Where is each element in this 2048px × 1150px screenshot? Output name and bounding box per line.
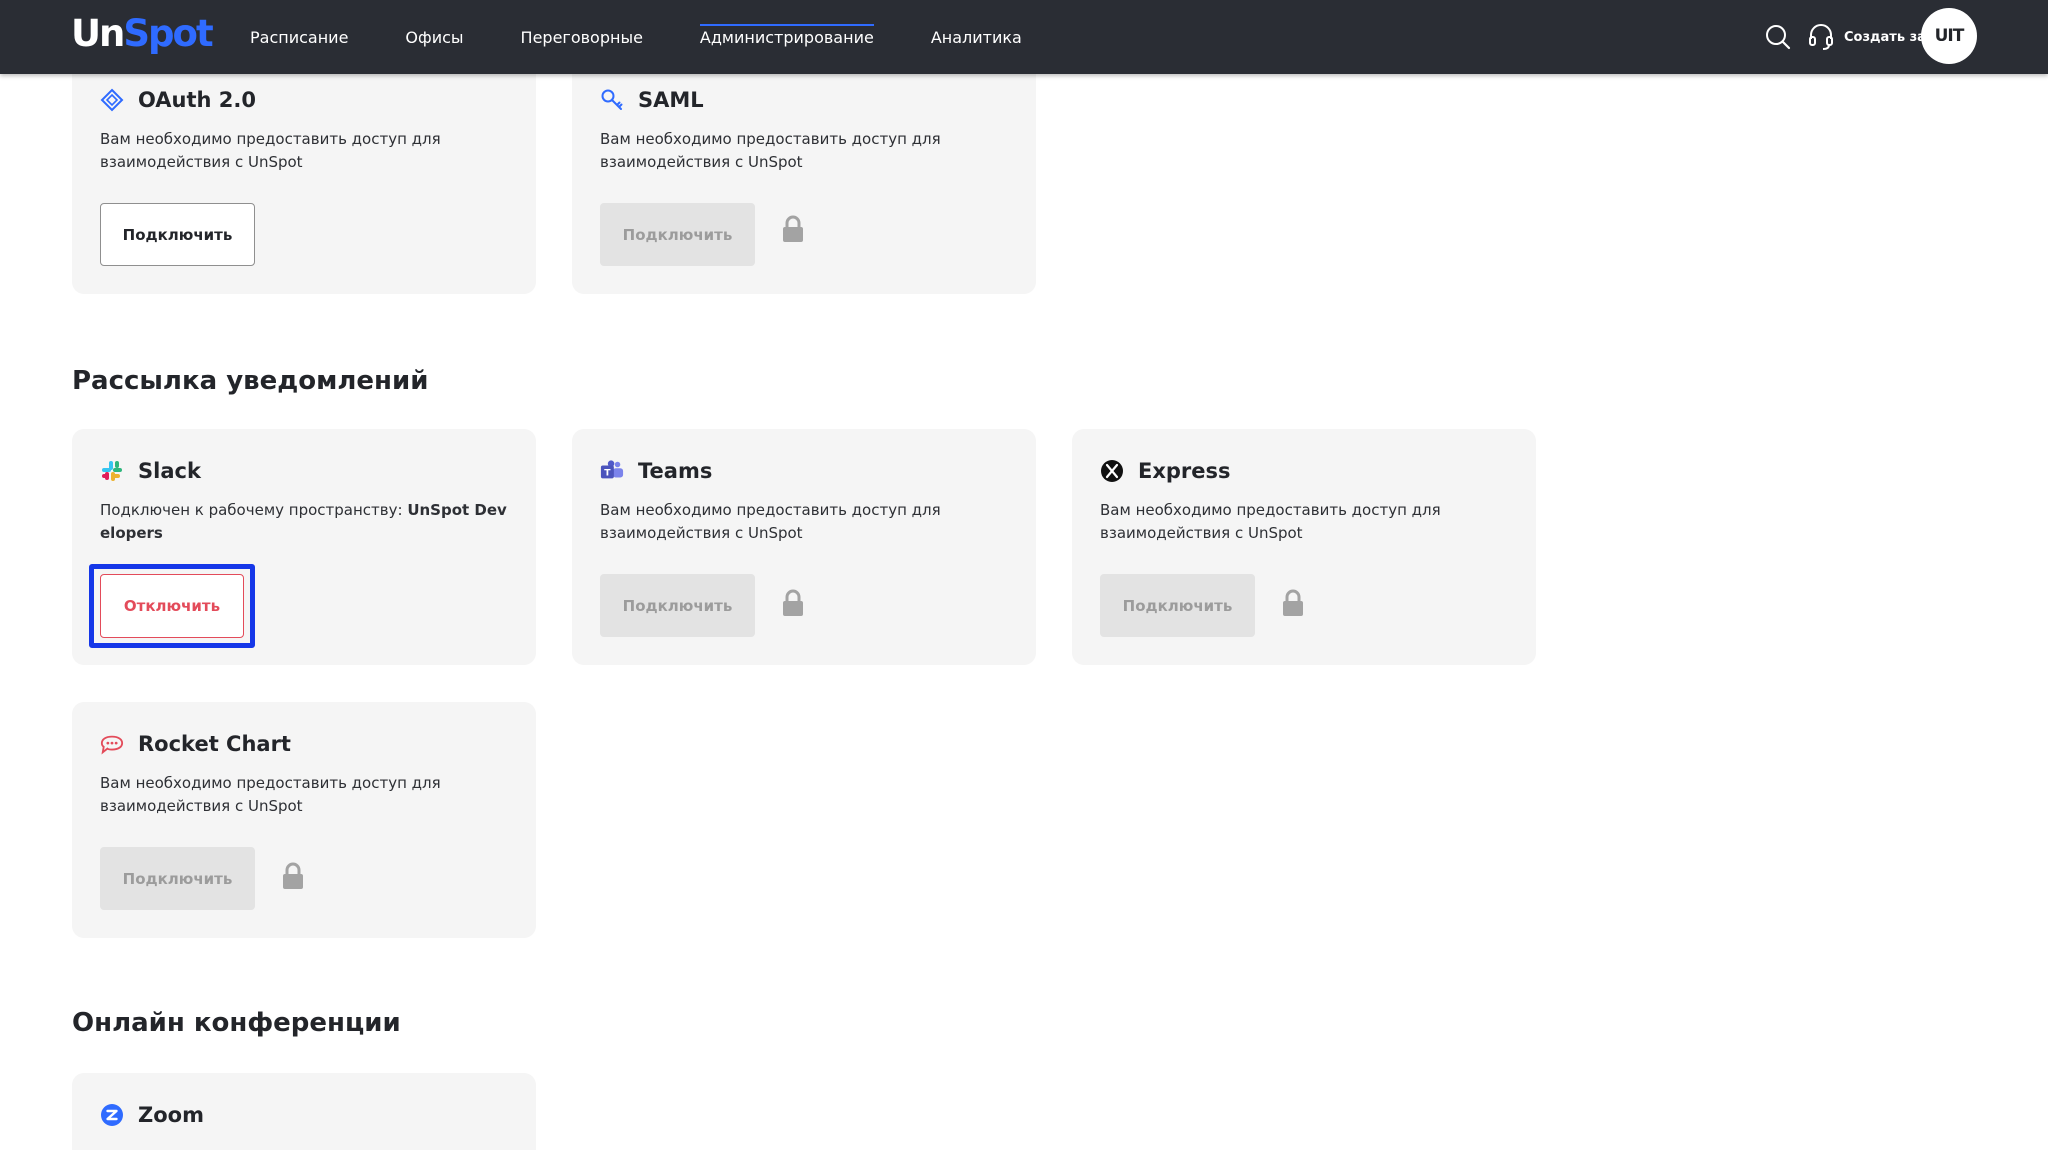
nav-item-schedule[interactable]: Расписание xyxy=(250,0,348,74)
oauth-diamond-icon xyxy=(100,88,124,112)
nav-item-meeting-rooms[interactable]: Переговорные xyxy=(521,0,643,74)
logo-spot: Spot xyxy=(123,12,213,55)
saml-card-header: SAML xyxy=(600,88,704,112)
lock-icon xyxy=(783,589,803,616)
zoom-card-header: Zoom xyxy=(100,1103,204,1127)
slack-description: Подключен к рабочему пространству: UnSpo… xyxy=(100,499,510,545)
saml-key-icon xyxy=(600,88,624,112)
rocket-title: Rocket Chart xyxy=(138,732,291,756)
express-connect-button[interactable]: Подключить xyxy=(1100,574,1255,637)
slack-disconnect-button[interactable]: Отключить xyxy=(100,574,244,638)
headset-icon xyxy=(1809,24,1833,50)
rocket-chat-icon xyxy=(100,732,124,756)
user-avatar[interactable]: UIT xyxy=(1921,8,1977,64)
logo-un: Un xyxy=(71,12,125,55)
express-logo-icon xyxy=(1100,459,1124,483)
slack-logo-icon xyxy=(100,459,124,483)
oauth-connect-button[interactable]: Подключить xyxy=(100,203,255,266)
rocket-card-header: Rocket Chart xyxy=(100,732,291,756)
top-navigation-bar: UnSpot Расписание Офисы Переговорные Адм… xyxy=(0,0,2048,74)
zoom-title: Zoom xyxy=(138,1103,204,1127)
search-icon[interactable] xyxy=(1763,22,1793,52)
teams-description: Вам необходимо предоставить доступ для в… xyxy=(600,501,941,542)
rocket-chat-card: Rocket Chart Вам необходимо предоставить… xyxy=(72,702,536,938)
lock-icon xyxy=(1283,589,1303,616)
rocket-description: Вам необходимо предоставить доступ для в… xyxy=(100,774,441,815)
oauth-description: Вам необходимо предоставить доступ для в… xyxy=(100,130,441,171)
teams-card: T Teams Вам необходимо предоставить дост… xyxy=(572,429,1036,665)
saml-card: SAML Вам необходимо предоставить доступ … xyxy=(572,74,1036,294)
zoom-card: Zoom xyxy=(72,1073,536,1150)
lock-icon xyxy=(783,215,803,242)
unspot-logo[interactable]: UnSpot xyxy=(71,12,214,55)
teams-logo-icon: T xyxy=(600,459,624,483)
nav-item-administration[interactable]: Администрирование xyxy=(699,0,874,74)
express-description: Вам необходимо предоставить доступ для в… xyxy=(1100,501,1441,542)
oauth-card-header: OAuth 2.0 xyxy=(100,88,256,112)
express-card: Express Вам необходимо предоставить дост… xyxy=(1072,429,1536,665)
express-title: Express xyxy=(1138,459,1231,483)
nav-item-analytics[interactable]: Аналитика xyxy=(931,0,1022,74)
oauth-card: OAuth 2.0 Вам необходимо предоставить до… xyxy=(72,74,536,294)
lock-icon xyxy=(283,862,303,889)
nav-item-offices[interactable]: Офисы xyxy=(405,0,463,74)
oauth-title: OAuth 2.0 xyxy=(138,88,256,112)
slack-card-header: Slack xyxy=(100,459,201,483)
rocket-connect-button[interactable]: Подключить xyxy=(100,847,255,910)
saml-title: SAML xyxy=(638,88,704,112)
express-card-header: Express xyxy=(1100,459,1231,483)
slack-description-prefix: Подключен к рабочему пространству: xyxy=(100,501,408,519)
teams-connect-button[interactable]: Подключить xyxy=(600,574,755,637)
slack-card: Slack Подключен к рабочему пространству:… xyxy=(72,429,536,665)
teams-title: Teams xyxy=(638,459,713,483)
saml-description: Вам необходимо предоставить доступ для в… xyxy=(600,130,941,171)
teams-card-header: T Teams xyxy=(600,459,712,483)
main-nav: Расписание Офисы Переговорные Администри… xyxy=(250,0,1079,74)
notifications-section-title: Рассылка уведомлений xyxy=(72,366,429,396)
zoom-logo-icon xyxy=(100,1103,124,1127)
svg-text:T: T xyxy=(604,468,611,479)
saml-connect-button[interactable]: Подключить xyxy=(600,203,755,266)
conferences-section-title: Онлайн конференции xyxy=(72,1008,401,1038)
slack-title: Slack xyxy=(138,459,201,483)
